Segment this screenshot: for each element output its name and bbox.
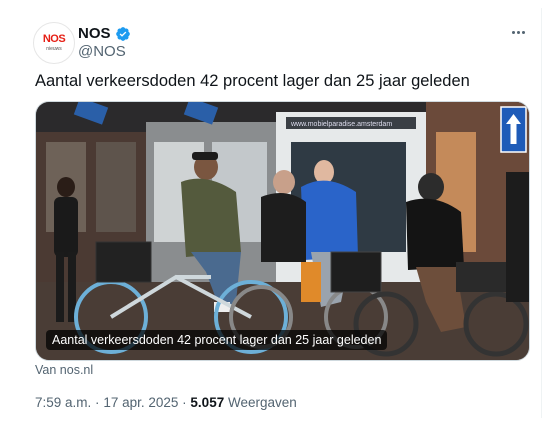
one-way-arrow-sign	[500, 106, 527, 153]
meta-separator: ·	[95, 395, 100, 410]
avatar[interactable]: NOS nieuws	[33, 22, 75, 64]
more-horizontal-icon-dot	[511, 30, 515, 34]
tweet-date[interactable]: 17 apr. 2025	[103, 395, 178, 410]
storefront-sign-text: www.mobielparadise.amsterdam	[290, 121, 392, 128]
author-name[interactable]: NOS	[78, 25, 111, 42]
nos-logo-subtext: nieuws	[46, 46, 62, 52]
card-source-link[interactable]: Van nos.nl	[35, 363, 93, 377]
verified-badge-icon	[115, 26, 130, 41]
tweet-meta: 7:59 a.m. · 17 apr. 2025 · 5.057 Weergav…	[35, 395, 297, 410]
more-options-button[interactable]	[507, 24, 529, 40]
street-photo: www.mobielparadise.amsterdam	[36, 102, 529, 360]
tweet-text: Aantal verkeersdoden 42 procent lager da…	[35, 72, 470, 90]
author-name-row[interactable]: NOS	[78, 25, 131, 42]
tweet-time[interactable]: 7:59 a.m.	[35, 395, 91, 410]
views-label: Weergaven	[227, 395, 297, 410]
media-caption: Aantal verkeersdoden 42 procent lager da…	[46, 330, 388, 350]
views-count[interactable]: 5.057	[190, 395, 224, 410]
more-horizontal-icon-dot	[521, 30, 525, 34]
link-card-image[interactable]: www.mobielparadise.amsterdam Aantal verk…	[35, 101, 530, 361]
nos-logo: NOS	[42, 33, 66, 45]
author-handle[interactable]: @NOS	[78, 43, 126, 60]
tweet-card: NOS nieuws NOS @NOS Aantal verkeersdoden…	[14, 8, 542, 418]
more-horizontal-icon-dot	[516, 30, 520, 34]
meta-separator: ·	[182, 395, 187, 410]
